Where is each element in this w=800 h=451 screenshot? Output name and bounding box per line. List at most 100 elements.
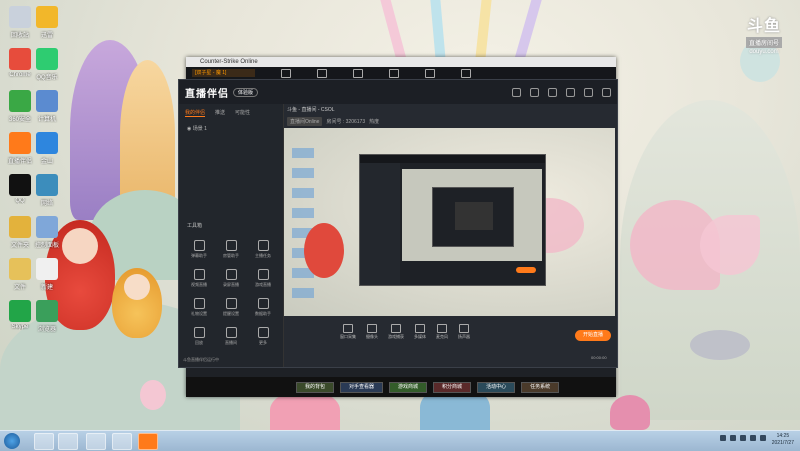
toolbox-item[interactable]: 房管助手 <box>215 240 247 259</box>
app-logo: 直播伴侣 <box>185 88 229 100</box>
room-tags: 直播间Online 房间号 : 3206173 热度 <box>287 117 379 126</box>
streaming-app-window: 直播伴侣 体验版 我的伴侣 推送 可能性 ◉ 场景 1 工具箱 弹幕助手 房管助手 主播… <box>178 79 618 368</box>
settings-icon[interactable] <box>548 87 557 97</box>
desktop-icon[interactable]: 网络 <box>27 174 67 207</box>
game-window-title: Counter-Strike Online <box>186 57 616 67</box>
toolbox-item[interactable]: 游戏直播 <box>247 269 279 288</box>
tray-icon[interactable] <box>730 435 736 441</box>
desktop-icon[interactable]: 计算机 <box>27 90 67 123</box>
desktop-icon-label: 浏览器 <box>37 327 56 333</box>
tray-icon[interactable] <box>740 435 746 441</box>
nested-preview <box>402 169 542 261</box>
source-label: 扬声器 <box>458 334 470 339</box>
message-icon[interactable] <box>530 87 539 97</box>
game-menu-button[interactable]: 对手查看器 <box>340 381 384 393</box>
source-control[interactable]: 多媒体 <box>414 324 426 340</box>
tool-icon <box>225 240 237 251</box>
taskbar-ie-icon[interactable] <box>58 433 78 450</box>
game-icon[interactable] <box>461 68 471 78</box>
toolbox-item[interactable]: 数据助手 <box>247 298 279 317</box>
toolbox-item[interactable]: 提醒设置 <box>215 298 247 317</box>
wallpaper-tree <box>120 60 175 210</box>
toolbox-item[interactable]: 视频直播 <box>183 269 215 288</box>
source-control[interactable]: 窗口采集 <box>340 324 356 340</box>
left-tab[interactable]: 可能性 <box>235 109 250 117</box>
game-room-tab[interactable]: [双子星 - 魔 1] <box>192 69 255 77</box>
game-menu-button[interactable]: 活动中心 <box>477 381 516 393</box>
toolbox-item[interactable]: 弹幕助手 <box>183 240 215 259</box>
desktop-app-icon <box>36 48 58 70</box>
scene-item[interactable]: ◉ 场景 1 <box>179 122 283 135</box>
toolbox-item[interactable]: 回放 <box>183 327 215 346</box>
game-icon[interactable] <box>317 68 327 78</box>
tool-label: 游戏直播 <box>255 282 271 287</box>
game-icon[interactable] <box>389 68 399 78</box>
desktop-icon[interactable]: 控制面板 <box>27 216 67 249</box>
tool-label: 视频直播 <box>191 282 207 287</box>
taskbar-clock[interactable]: 14:25 2021/7/27 <box>772 433 794 447</box>
source-label: 游戏捕获 <box>388 334 404 339</box>
taskbar-window-icon[interactable] <box>86 433 106 450</box>
desktop-icon[interactable]: 浏览器 <box>27 300 67 333</box>
toolbox-item[interactable]: 更多 <box>247 327 279 346</box>
toolbox-item[interactable]: 礼物设置 <box>183 298 215 317</box>
game-menu-button[interactable]: 游戏商城 <box>389 381 428 393</box>
tool-icon <box>225 327 237 338</box>
game-bottom-bar: 我的背包 对手查看器 游戏商城 积分商城 活动中心 任务系统 <box>186 377 616 397</box>
source-label: 多媒体 <box>414 334 426 339</box>
skin-icon[interactable] <box>512 87 521 97</box>
desktop-app-icon <box>36 258 58 280</box>
desktop-icon[interactable]: QQ音乐 <box>27 48 67 81</box>
tool-icon <box>193 240 205 251</box>
tool-label: 回放 <box>195 340 203 345</box>
eye-icon[interactable]: ◉ <box>187 126 191 132</box>
start-live-button[interactable]: 开始直播 <box>575 330 611 341</box>
source-icon <box>459 324 469 333</box>
preview-doll <box>304 223 344 278</box>
desktop-icon[interactable]: 新建 <box>27 258 67 291</box>
volume-icon[interactable] <box>760 435 766 441</box>
start-button[interactable] <box>4 433 20 449</box>
tool-label: 更多 <box>259 340 267 345</box>
taskbar-game-icon[interactable] <box>112 433 132 450</box>
tray-icon[interactable] <box>720 435 726 441</box>
maximize-icon[interactable] <box>584 87 593 97</box>
game-menu-button[interactable]: 积分商城 <box>433 381 472 393</box>
source-icon <box>343 324 353 333</box>
game-menu-button[interactable]: 任务系统 <box>521 381 560 393</box>
wallpaper-doll-face <box>124 274 150 300</box>
game-icon[interactable] <box>425 68 435 78</box>
nested-preview-deep <box>455 202 493 230</box>
source-control[interactable]: 麦克风 <box>436 324 448 340</box>
stream-preview[interactable] <box>284 128 615 316</box>
left-tab[interactable]: 我的伴侣 <box>185 109 206 117</box>
wallpaper-doll-face <box>62 228 98 264</box>
douyu-url: douyu.com <box>749 49 779 55</box>
toolbox-item[interactable]: 录屏直播 <box>215 269 247 288</box>
desktop-icon[interactable]: 迅雷 <box>27 6 67 39</box>
tool-icon <box>257 298 269 309</box>
minimize-icon[interactable] <box>566 87 575 97</box>
toolbox-item[interactable]: 主播任务 <box>247 240 279 259</box>
game-icon[interactable] <box>353 68 363 78</box>
desktop-icon-label: 迅雷 <box>40 33 53 39</box>
game-menu-button[interactable]: 我的背包 <box>296 381 335 393</box>
douyu-watermark: 斗鱼 直播房间号 douyu.com <box>745 12 782 55</box>
taskbar-explorer-icon[interactable] <box>34 433 54 450</box>
left-tab[interactable]: 推送 <box>215 109 225 117</box>
taskbar-streaming-icon[interactable] <box>138 433 158 450</box>
desktop-icon-label: 控制面板 <box>34 243 59 249</box>
close-icon[interactable] <box>602 87 611 97</box>
desktop-icon[interactable]: 金山 <box>27 132 67 165</box>
version-badge[interactable]: 体验版 <box>233 87 259 97</box>
wallpaper-plant <box>700 215 760 275</box>
source-control[interactable]: 扬声器 <box>458 324 470 340</box>
clock-time: 14:25 <box>776 433 790 439</box>
game-toolbar: [双子星 - 魔 1] <box>186 67 616 79</box>
source-control[interactable]: 摄像头 <box>366 324 378 340</box>
toolbox-item[interactable]: 直播间 <box>215 327 247 346</box>
tool-label: 录屏直播 <box>223 282 239 287</box>
source-control[interactable]: 游戏捕获 <box>388 324 404 340</box>
game-icon[interactable] <box>281 68 291 78</box>
tray-icon[interactable] <box>750 435 756 441</box>
